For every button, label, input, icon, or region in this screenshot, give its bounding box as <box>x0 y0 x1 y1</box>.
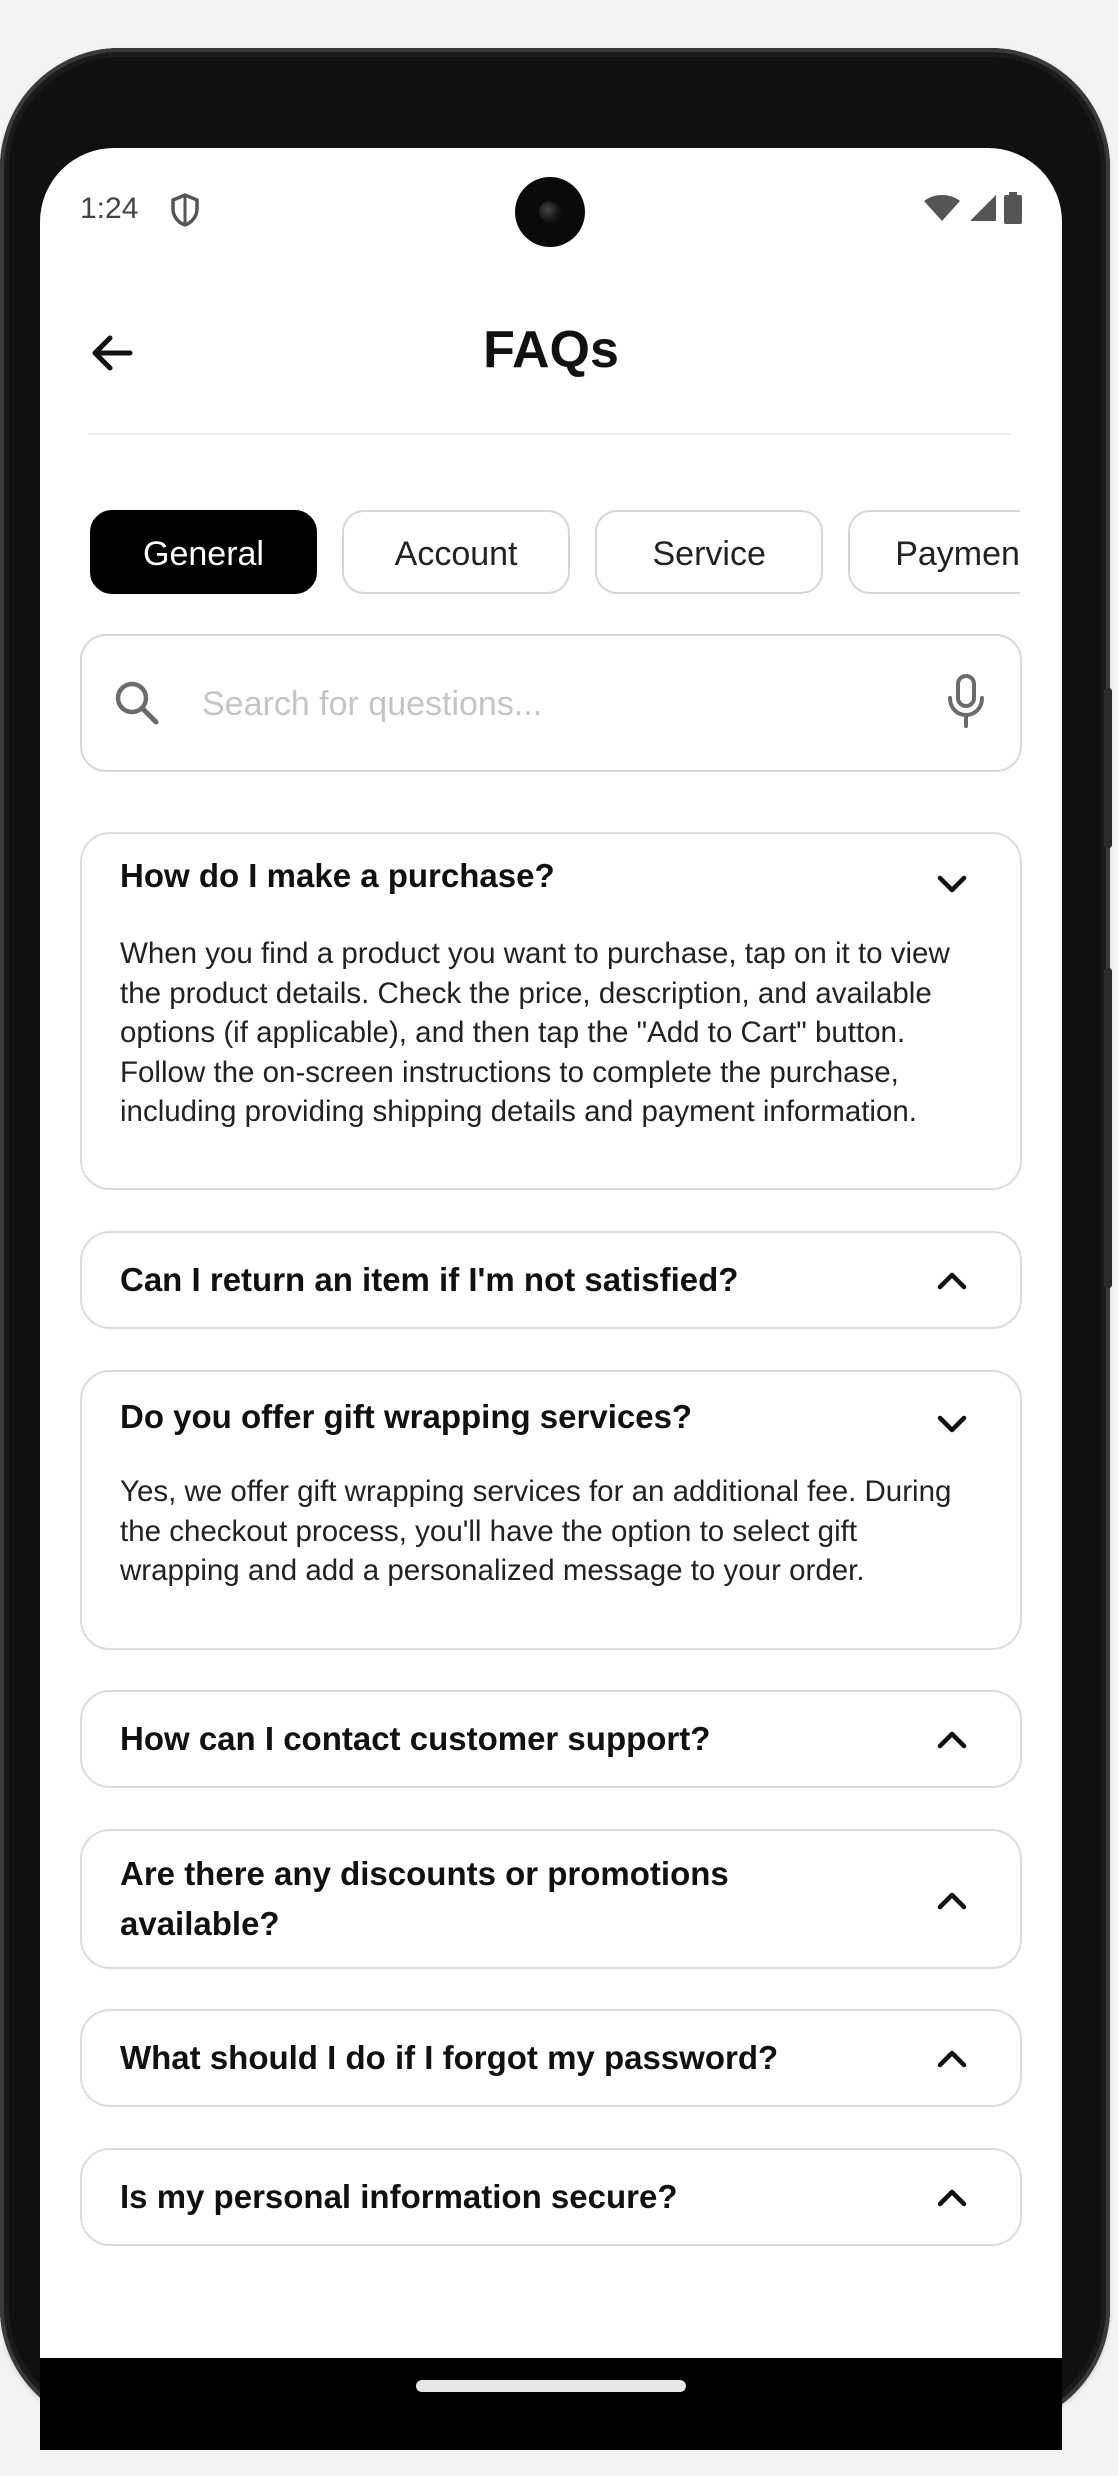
header-divider <box>88 433 1012 435</box>
faq-question[interactable]: Do you offer gift wrapping services? <box>120 1392 910 1442</box>
tab-service[interactable]: Service <box>595 510 824 594</box>
faq-question[interactable]: Are there any discounts or promotions av… <box>120 1849 870 1949</box>
faq-item[interactable]: Are there any discounts or promotions av… <box>80 1829 1022 1969</box>
status-icons <box>922 192 1022 224</box>
phone-frame: 1:24 FAQs General Account Service Paymen… <box>0 48 1112 2450</box>
faq-item[interactable]: How can I contact customer support? <box>80 1690 1022 1788</box>
home-indicator[interactable] <box>416 2380 686 2392</box>
faq-item[interactable]: Is my personal information secure? <box>80 2148 1022 2246</box>
faq-item[interactable]: Do you offer gift wrapping services? Yes… <box>80 1370 1022 1650</box>
tab-payment[interactable]: Payment <box>848 510 1020 594</box>
volume-button <box>1104 688 1112 848</box>
chevron-down-icon[interactable] <box>934 866 970 902</box>
battery-icon <box>1004 192 1022 224</box>
shield-icon <box>171 193 199 227</box>
faq-question[interactable]: How do I make a purchase? <box>120 851 910 901</box>
faq-question[interactable]: Can I return an item if I'm not satisfie… <box>120 1255 910 1305</box>
tab-general[interactable]: General <box>90 510 317 594</box>
faq-item[interactable]: What should I do if I forgot my password… <box>80 2009 1022 2107</box>
search-input[interactable] <box>200 672 904 736</box>
page-title: FAQs <box>483 321 619 379</box>
faq-item[interactable]: Can I return an item if I'm not satisfie… <box>80 1231 1022 1329</box>
chevron-up-icon[interactable] <box>934 2041 970 2077</box>
front-camera <box>515 177 585 247</box>
faq-answer: When you find a product you want to purc… <box>120 937 950 1128</box>
mic-icon[interactable] <box>946 672 986 732</box>
faq-item[interactable]: How do I make a purchase? When you find … <box>80 832 1022 1190</box>
chevron-up-icon[interactable] <box>934 1722 970 1758</box>
screen: 1:24 FAQs General Account Service Paymen… <box>40 148 1062 2358</box>
faq-question[interactable]: Is my personal information secure? <box>120 2172 910 2222</box>
search-bar[interactable] <box>80 634 1022 772</box>
chevron-up-icon[interactable] <box>934 2180 970 2216</box>
power-button <box>1104 968 1112 1288</box>
tab-account[interactable]: Account <box>342 510 571 594</box>
chevron-down-icon[interactable] <box>934 1406 970 1442</box>
chevron-up-icon[interactable] <box>934 1883 970 1919</box>
faq-question[interactable]: What should I do if I forgot my password… <box>120 2033 910 2083</box>
chevron-up-icon[interactable] <box>934 1263 970 1299</box>
navigation-bar <box>40 2358 1062 2450</box>
faq-question[interactable]: How can I contact customer support? <box>120 1714 910 1764</box>
search-icon <box>115 681 159 725</box>
status-time: 1:24 <box>80 192 139 225</box>
signal-icon <box>970 195 996 221</box>
wifi-icon <box>924 195 960 221</box>
category-tabs[interactable]: General Account Service Payment <box>90 510 1020 598</box>
faq-answer: Yes, we offer gift wrapping services for… <box>120 1475 952 1587</box>
